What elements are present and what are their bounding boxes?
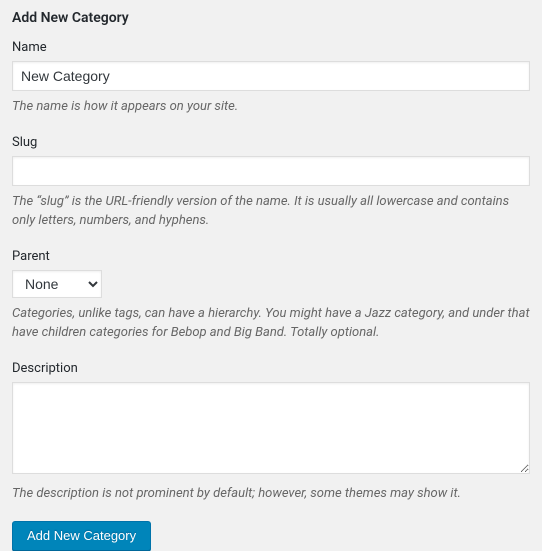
description-label: Description [12,361,530,376]
field-parent: Parent None Categories, unlike tags, can… [12,249,530,343]
description-help: The description is not prominent by defa… [12,484,530,504]
parent-select[interactable]: None [12,270,102,298]
name-help: The name is how it appears on your site. [12,97,530,117]
form-heading: Add New Category [12,10,530,26]
submit-wrap: Add New Category [12,521,530,551]
parent-help: Categories, unlike tags, can have a hier… [12,304,530,343]
name-input[interactable] [12,61,530,91]
add-new-category-button[interactable]: Add New Category [12,521,151,551]
slug-label: Slug [12,135,530,150]
field-slug: Slug The “slug” is the URL-friendly vers… [12,135,530,231]
description-textarea[interactable] [12,382,530,474]
field-description: Description The description is not promi… [12,361,530,504]
parent-label: Parent [12,249,530,264]
field-name: Name The name is how it appears on your … [12,40,530,117]
slug-help: The “slug” is the URL-friendly version o… [12,192,530,231]
name-label: Name [12,40,530,55]
slug-input[interactable] [12,156,530,186]
